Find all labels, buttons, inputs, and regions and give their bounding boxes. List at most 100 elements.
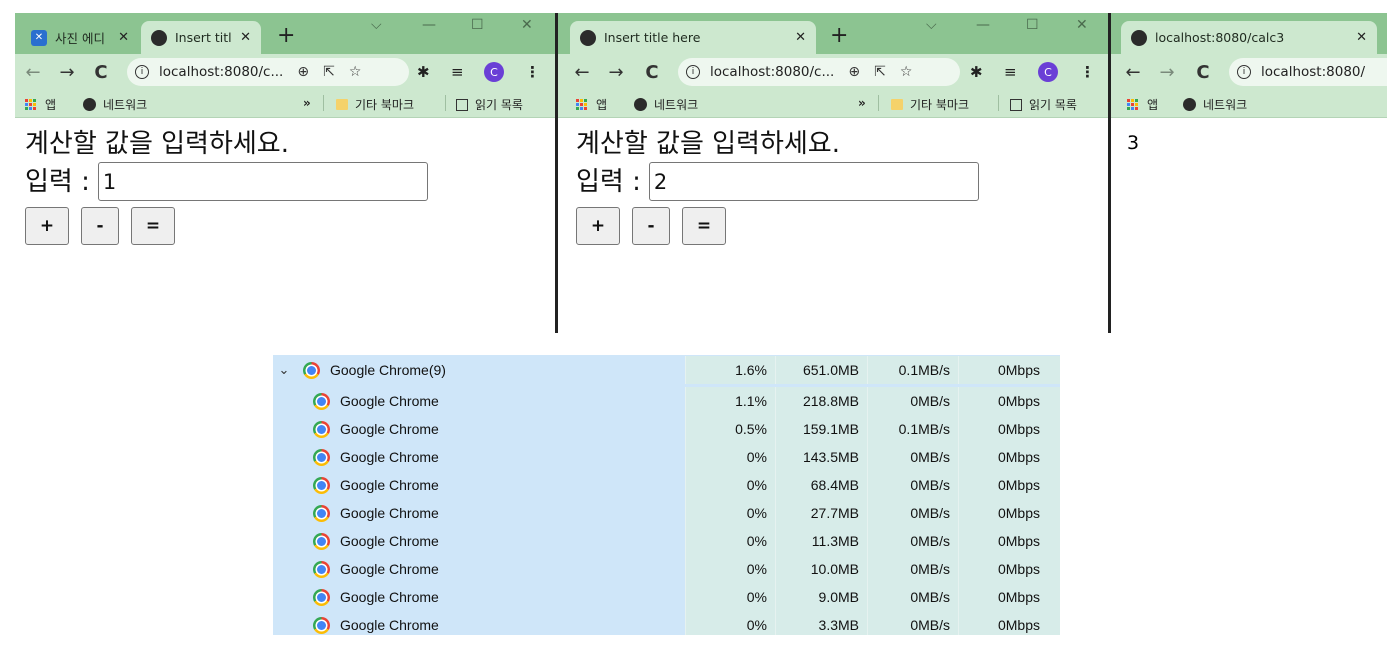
profile-avatar[interactable]: C — [484, 62, 504, 82]
close-window-button[interactable]: ✕ — [521, 17, 533, 33]
back-button[interactable]: ← — [1119, 62, 1147, 83]
share-icon[interactable]: ⇱ — [874, 64, 886, 80]
process-row[interactable]: Google Chrome 0% 27.7MB 0MB/s 0Mbps — [273, 499, 1060, 527]
bookmark-apps[interactable]: 앱 — [1127, 96, 1158, 113]
bookmark-reading-list[interactable]: 읽기 목록 — [456, 96, 523, 113]
bookmark-apps[interactable]: 앱 — [576, 96, 607, 113]
address-bar[interactable]: i localhost:8080/c... ⊕ ⇱ ☆ — [678, 58, 960, 86]
chevron-down-icon[interactable]: ⌄ — [277, 362, 291, 378]
process-name: Google Chrome — [340, 561, 439, 577]
menu-icon[interactable]: ⋮ — [1080, 63, 1095, 81]
process-name: Google Chrome — [340, 505, 439, 521]
address-text: localhost:8080/ — [1261, 64, 1366, 80]
bookmarks-overflow-button[interactable]: » — [858, 96, 866, 110]
minus-button[interactable]: - — [81, 207, 119, 245]
disk-value: 0.1MB/s — [867, 356, 958, 384]
reload-button[interactable]: C — [87, 62, 115, 83]
process-row[interactable]: Google Chrome 0% 143.5MB 0MB/s 0Mbps — [273, 443, 1060, 471]
new-tab-button[interactable]: + — [277, 25, 295, 47]
bookmark-other[interactable]: 기타 북마크 — [891, 96, 969, 113]
back-button[interactable]: ← — [568, 62, 596, 83]
site-info-icon[interactable]: i — [135, 65, 149, 79]
process-group-row[interactable]: ⌄ Google Chrome(9) 1.6% 651.0MB 0.1MB/s … — [273, 356, 1060, 384]
share-icon[interactable]: ⇱ — [323, 64, 335, 80]
bookmark-network[interactable]: 네트워크 — [1183, 96, 1247, 113]
bookmark-network[interactable]: 네트워크 — [634, 96, 698, 113]
bookmark-network[interactable]: 네트워크 — [83, 96, 147, 113]
memory-value: 143.5MB — [775, 443, 867, 471]
zoom-icon[interactable]: ⊕ — [848, 64, 860, 80]
equals-button[interactable]: = — [682, 207, 726, 245]
page-content: 계산할 값을 입력하세요. 입력 : 2 + - = — [558, 118, 1108, 253]
minus-button[interactable]: - — [632, 207, 670, 245]
tab-photo-editor[interactable]: ✕ 사진 에디 ✕ — [21, 21, 139, 54]
network-value: 0Mbps — [958, 471, 1048, 499]
menu-icon[interactable]: ⋮ — [525, 63, 540, 81]
process-row[interactable]: Google Chrome 0% 10.0MB 0MB/s 0Mbps — [273, 555, 1060, 583]
reading-list-icon — [456, 98, 468, 111]
memory-value: 3.3MB — [775, 611, 867, 635]
process-name: Google Chrome(9) — [330, 362, 446, 378]
new-tab-button[interactable]: + — [830, 25, 848, 47]
process-row[interactable]: Google Chrome 1.1% 218.8MB 0MB/s 0Mbps — [273, 387, 1060, 415]
bookmark-other[interactable]: 기타 북마크 — [336, 96, 414, 113]
close-tab-icon[interactable]: ✕ — [118, 30, 129, 45]
equals-button[interactable]: = — [131, 207, 175, 245]
media-control-icon[interactable]: ≡ — [451, 63, 464, 81]
bookmark-label: 앱 — [1147, 98, 1159, 112]
process-name: Google Chrome — [340, 449, 439, 465]
reload-button[interactable]: C — [1189, 62, 1217, 83]
tab-search-icon[interactable]: ⌵ — [926, 17, 937, 33]
plus-button[interactable]: + — [25, 207, 69, 245]
forward-button[interactable]: → — [1153, 62, 1181, 83]
minimize-button[interactable]: — — [422, 17, 436, 33]
value-input[interactable]: 1 — [97, 162, 428, 201]
forward-button[interactable]: → — [602, 62, 630, 83]
address-text: localhost:8080/c... — [710, 64, 835, 80]
close-tab-icon[interactable]: ✕ — [1356, 30, 1367, 45]
zoom-icon[interactable]: ⊕ — [297, 64, 309, 80]
extensions-icon[interactable]: ✱ — [417, 63, 430, 81]
plus-button[interactable]: + — [576, 207, 620, 245]
browser-window-3: localhost:8080/calc3 ✕ ← → C i localhost… — [1111, 13, 1387, 333]
site-info-icon[interactable]: i — [1237, 65, 1251, 79]
bookmark-reading-list[interactable]: 읽기 목록 — [1010, 96, 1077, 113]
profile-avatar[interactable]: C — [1038, 62, 1058, 82]
maximize-button[interactable]: ☐ — [1026, 17, 1039, 33]
close-tab-icon[interactable]: ✕ — [240, 30, 251, 45]
bookmark-star-icon[interactable]: ☆ — [900, 64, 913, 80]
extensions-icon[interactable]: ✱ — [970, 63, 983, 81]
network-value: 0Mbps — [958, 583, 1048, 611]
reload-button[interactable]: C — [638, 62, 666, 83]
minimize-button[interactable]: — — [976, 17, 990, 33]
network-value: 0Mbps — [958, 356, 1048, 384]
tab-insert-title[interactable]: Insert titl ✕ — [141, 21, 261, 54]
forward-button[interactable]: → — [53, 62, 81, 83]
process-row[interactable]: Google Chrome 0% 9.0MB 0MB/s 0Mbps — [273, 583, 1060, 611]
bookmark-star-icon[interactable]: ☆ — [349, 64, 362, 80]
tab-search-icon[interactable]: ⌵ — [371, 17, 382, 33]
address-bar[interactable]: i localhost:8080/ — [1229, 58, 1387, 86]
process-row[interactable]: Google Chrome 0% 68.4MB 0MB/s 0Mbps — [273, 471, 1060, 499]
disk-value: 0MB/s — [867, 555, 958, 583]
media-control-icon[interactable]: ≡ — [1004, 63, 1017, 81]
tab-calc3[interactable]: localhost:8080/calc3 ✕ — [1121, 21, 1377, 54]
back-button[interactable]: ← — [19, 62, 47, 83]
site-info-icon[interactable]: i — [686, 65, 700, 79]
close-window-button[interactable]: ✕ — [1076, 17, 1088, 33]
network-value: 0Mbps — [958, 387, 1048, 415]
tab-insert-title[interactable]: Insert title here ✕ — [570, 21, 816, 54]
address-bar[interactable]: i localhost:8080/c... ⊕ ⇱ ☆ — [127, 58, 409, 86]
chrome-icon — [303, 361, 320, 379]
process-row[interactable]: Google Chrome 0% 11.3MB 0MB/s 0Mbps — [273, 527, 1060, 555]
bookmarks-overflow-button[interactable]: » — [303, 96, 311, 110]
close-tab-icon[interactable]: ✕ — [795, 30, 806, 45]
value-input[interactable]: 2 — [648, 162, 979, 201]
maximize-button[interactable]: ☐ — [471, 17, 484, 33]
page-heading: 계산할 값을 입력하세요. — [25, 129, 289, 159]
process-row[interactable]: Google Chrome 0% 3.3MB 0MB/s 0Mbps — [273, 611, 1060, 635]
bookmark-label: 앱 — [596, 98, 608, 112]
apps-icon — [1127, 98, 1139, 111]
process-row[interactable]: Google Chrome 0.5% 159.1MB 0.1MB/s 0Mbps — [273, 415, 1060, 443]
bookmark-apps[interactable]: 앱 — [25, 96, 56, 113]
